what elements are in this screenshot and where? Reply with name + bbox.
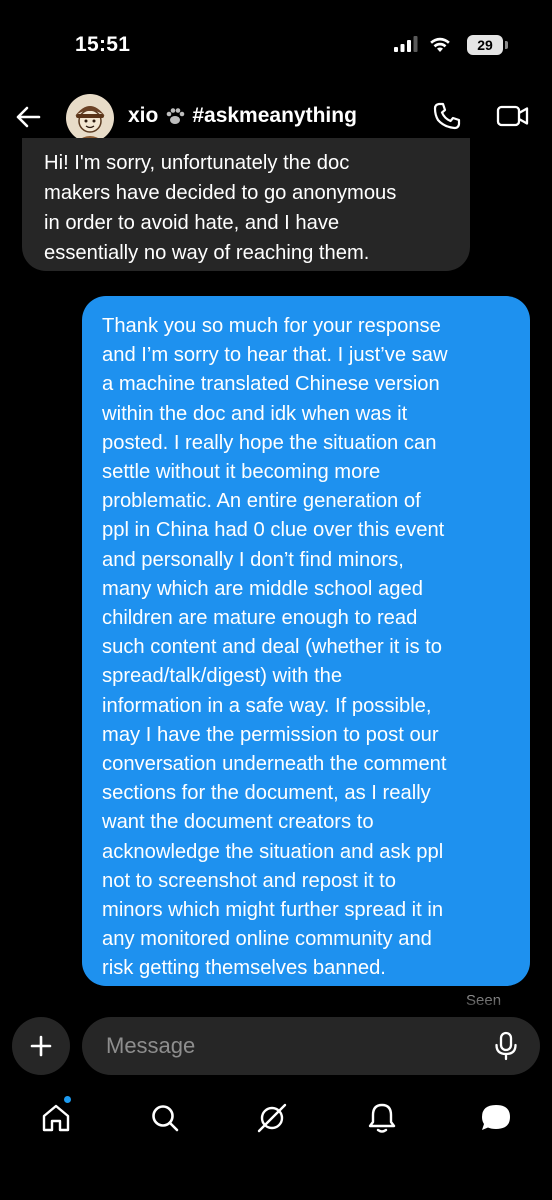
- message-text-line: not to screenshot and repost it to: [102, 869, 397, 892]
- notification-dot: [64, 1096, 71, 1103]
- message-text-line: makers have decided to go anonymous: [44, 182, 397, 204]
- message-text-line: Hi! I'm sorry, unfortunately the doc: [44, 152, 350, 174]
- message-text-line: sections for the document, as I really: [102, 782, 431, 805]
- add-attachment-button[interactable]: [12, 1017, 70, 1075]
- bell-icon: [368, 1103, 396, 1133]
- message-text-line: within the doc and idk when was it: [102, 402, 408, 425]
- message-text-line: acknowledge the situation and ask ppl: [102, 840, 444, 863]
- message-text-line: may I have the permission to post our: [102, 723, 439, 746]
- message-text-line: posted. I really hope the situation can: [102, 431, 437, 454]
- cellular-signal-icon: [394, 36, 418, 52]
- message-text-line: a machine translated Chinese version: [102, 373, 440, 396]
- message-text-line: want the document creators to: [102, 811, 374, 834]
- nav-grok[interactable]: [252, 1098, 292, 1138]
- search-icon: [152, 1105, 179, 1132]
- contact-hashtag: #askmeanything: [192, 104, 357, 127]
- message-text-line: conversation underneath the comment: [102, 753, 447, 776]
- message-text-line: risk getting themselves banned.: [102, 957, 386, 980]
- outgoing-message-bubble[interactable]: Thank you so much for your response and …: [82, 296, 530, 986]
- battery-indicator: 29: [467, 35, 511, 55]
- message-text-line: in order to avoid hate, and I have: [44, 212, 340, 234]
- contact-name: xio: [128, 104, 159, 127]
- message-text-line: many which are middle school aged: [102, 577, 423, 600]
- paw-icon: [167, 108, 185, 124]
- home-icon: [42, 1104, 70, 1132]
- message-text-line: ppl in China had 0 clue over this event: [102, 519, 445, 542]
- message-text-line: settle without it becoming more: [102, 461, 381, 484]
- nav-messages[interactable]: [476, 1098, 516, 1138]
- nav-notifications[interactable]: [362, 1098, 402, 1138]
- message-composer[interactable]: [82, 1017, 540, 1075]
- avatar[interactable]: [66, 94, 114, 142]
- message-text-line: essentially no way of reaching them.: [44, 242, 370, 264]
- back-arrow-icon[interactable]: [14, 103, 42, 131]
- message-text-line: spread/talk/digest) with the: [102, 665, 343, 688]
- microphone-icon[interactable]: [492, 1031, 520, 1061]
- message-text-line: Thank you so much for your response: [102, 315, 441, 337]
- nav-home[interactable]: [36, 1098, 76, 1138]
- message-text-line: such content and deal (whether it is to: [102, 636, 443, 659]
- message-text-line: and I’m sorry to hear that. I just’ve sa…: [102, 344, 448, 367]
- chat-title[interactable]: xio #askmeanything: [128, 104, 357, 128]
- message-input[interactable]: [106, 1017, 476, 1075]
- wifi-icon: [430, 37, 450, 52]
- video-camera-icon[interactable]: [496, 102, 530, 130]
- message-text-line: any monitored online community and: [102, 928, 432, 951]
- incoming-message-bubble[interactable]: Hi! I'm sorry, unfortunately the doc mak…: [22, 138, 470, 271]
- grok-icon: [257, 1103, 287, 1133]
- message-text-line: information in a safe way. If possible,: [102, 694, 432, 717]
- nav-search[interactable]: [145, 1098, 185, 1138]
- messages-icon: [482, 1105, 510, 1130]
- plus-icon: [30, 1035, 52, 1057]
- message-text-line: minors which might further spread it in: [102, 899, 444, 922]
- message-text-line: children are mature enough to read: [102, 607, 418, 630]
- phone-icon[interactable]: [432, 101, 462, 131]
- battery-level: 29: [467, 35, 503, 55]
- status-time: 15:51: [75, 33, 131, 56]
- message-text-line: and personally I don’t find minors,: [102, 548, 404, 571]
- message-text-line: problematic. An entire generation of: [102, 490, 421, 513]
